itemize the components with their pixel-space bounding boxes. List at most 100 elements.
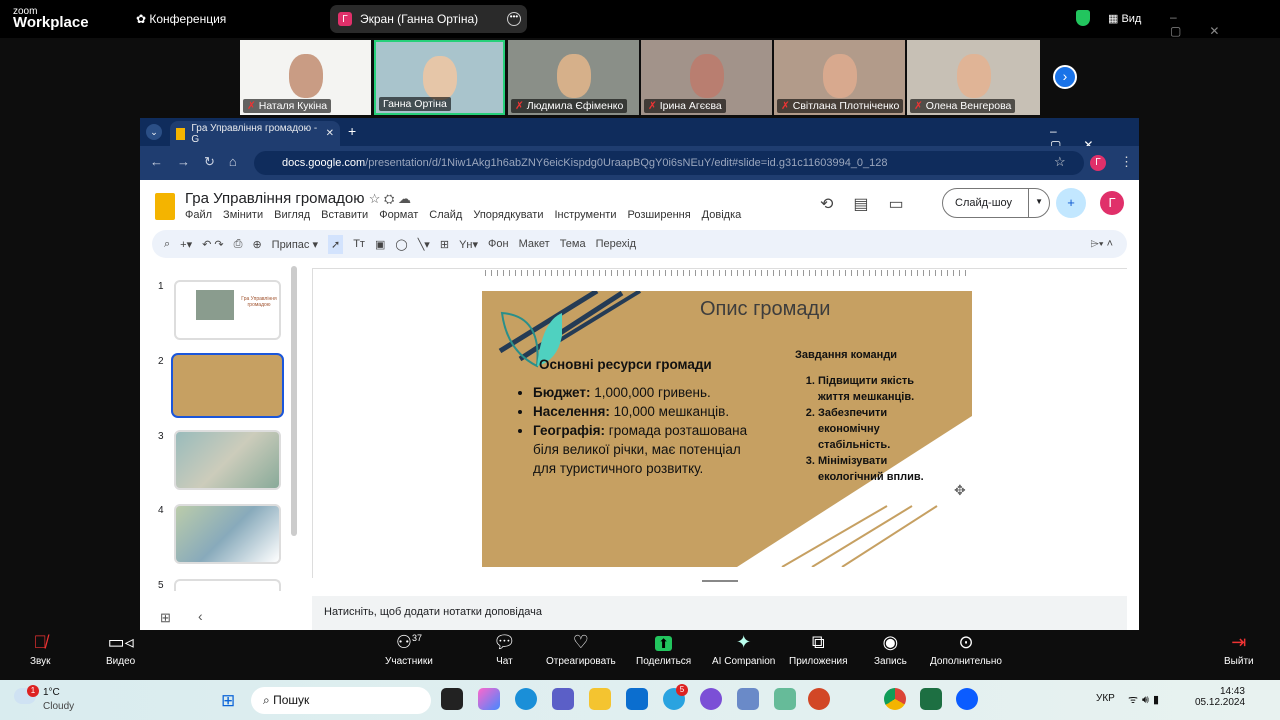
share-screen-button[interactable]: ⬆ Поделиться: [636, 632, 691, 667]
taskbar-app-icon[interactable]: [737, 688, 759, 710]
slide-thumbnail[interactable]: Гра Управління громадою: [174, 280, 281, 340]
language-indicator[interactable]: УКР: [1096, 693, 1115, 704]
close-tab-icon[interactable]: ✕: [326, 128, 334, 139]
next-page-arrow-icon[interactable]: ›: [1053, 65, 1077, 89]
menu-insert[interactable]: Вставити: [321, 209, 368, 221]
filmstrip-scrollbar[interactable]: [291, 266, 297, 536]
doc-title[interactable]: Гра Управління громадою ☆ ⛭ ☁: [185, 190, 411, 207]
chat-button[interactable]: 💬︎ Чат: [493, 632, 516, 667]
print-icon[interactable]: ⎙: [234, 238, 243, 251]
heart-icon: ♡: [572, 632, 589, 652]
leave-button[interactable]: ⇥ Выйти: [1224, 632, 1254, 667]
participant-tile-active[interactable]: Ганна Ортіна: [374, 40, 505, 115]
slide-thumbnail[interactable]: [174, 430, 281, 490]
image-icon[interactable]: ▣: [375, 238, 385, 251]
slide-thumbnail[interactable]: [174, 504, 281, 564]
view-button[interactable]: ▦ Вид: [1108, 12, 1141, 25]
screen-share-pill[interactable]: Г Экран (Ганна Ортіна) •••: [330, 5, 527, 33]
browser-menu-icon[interactable]: ⋮: [1120, 154, 1133, 170]
taskbar-app-icon[interactable]: [441, 688, 463, 710]
outlook-icon[interactable]: [626, 688, 648, 710]
powerpoint-icon[interactable]: [808, 688, 830, 710]
excel-icon[interactable]: [920, 688, 942, 710]
transition-button[interactable]: Перехід: [596, 238, 636, 250]
more-icon[interactable]: •••: [507, 12, 521, 26]
bookmark-star-icon[interactable]: ☆: [1054, 154, 1066, 170]
chatgpt-icon[interactable]: [774, 688, 796, 710]
account-avatar[interactable]: Г: [1100, 191, 1124, 215]
participant-tile[interactable]: ✗ Людмила Єфіменко: [508, 40, 639, 115]
tab-search-icon[interactable]: ⌄: [146, 124, 162, 140]
participant-tile[interactable]: ✗ Ірина Агєєва: [641, 40, 772, 115]
pen-collapse-icon[interactable]: ⌲▾ ˄: [1090, 238, 1113, 251]
url-field[interactable]: docs.google.com/presentation/d/1Niw1Akg1…: [254, 151, 1084, 175]
system-tray-icons[interactable]: ᯤ🔊︎▮: [1128, 692, 1163, 707]
file-explorer-icon[interactable]: [589, 688, 611, 710]
mic-muted-icon: 🎙̸: [33, 632, 48, 652]
browser-tab[interactable]: Гра Управління громадою - G ✕: [170, 121, 340, 146]
ai-companion-button[interactable]: ✦ AI Companion: [712, 632, 775, 667]
menu-tools[interactable]: Інструменти: [554, 209, 616, 221]
tab-bar: ⌄ Гра Управління громадою - G ✕ + –▢✕: [140, 118, 1139, 152]
taskbar-search[interactable]: ⌕ Пошук: [251, 687, 431, 714]
copilot-icon[interactable]: [478, 688, 500, 710]
clock[interactable]: 14:43 05.12.2024: [1195, 686, 1245, 708]
participants-button[interactable]: ⚇37 Участники: [385, 632, 433, 667]
zoom-select[interactable]: Припас ▾: [272, 238, 318, 251]
menu-slide[interactable]: Слайд: [429, 209, 462, 221]
teams-icon[interactable]: [552, 688, 574, 710]
share-button[interactable]: +: [1056, 188, 1086, 218]
line-icon[interactable]: ╲▾: [418, 238, 430, 251]
slideshow-button[interactable]: Слайд-шоу ▼: [942, 188, 1050, 218]
shape-icon[interactable]: ◯: [395, 238, 407, 251]
camera-icon: ▭◃: [107, 632, 134, 652]
nav-buttons[interactable]: ←→↻⌂: [150, 154, 251, 170]
record-button[interactable]: ◉ Запись: [874, 632, 907, 667]
profile-avatar[interactable]: Г: [1090, 155, 1106, 171]
new-slide-icon[interactable]: +▾: [180, 238, 192, 251]
theme-button[interactable]: Тема: [560, 238, 586, 250]
chrome-icon[interactable]: [884, 688, 906, 710]
list-item: Забезпечити економічну стабільність.: [818, 405, 928, 453]
audio-button[interactable]: 🎙̸ Звук: [30, 632, 51, 667]
edge-icon[interactable]: [515, 688, 537, 710]
windows-start-icon[interactable]: ⊞: [221, 691, 235, 711]
video-button[interactable]: ▭◃ Видео: [106, 632, 135, 667]
meeting-info-button[interactable]: ✿ Конференция: [136, 12, 226, 26]
menu-arrange[interactable]: Упорядкувати: [473, 209, 543, 221]
search-icon[interactable]: ⌕: [164, 238, 170, 251]
text-format-icon[interactable]: Yн▾: [459, 238, 478, 251]
current-slide[interactable]: Опис громади Основні ресурси громади Бюд…: [482, 291, 972, 567]
participant-tile[interactable]: ✗ Наталя Кукіна: [240, 40, 371, 115]
notes-resize-handle[interactable]: [702, 580, 738, 582]
zoom-app-icon[interactable]: [956, 688, 978, 710]
new-tab-icon[interactable]: +: [348, 123, 356, 139]
participant-tile[interactable]: ✗ Світлана Плотніченко: [774, 40, 905, 115]
collapse-panel-icon[interactable]: ‹: [198, 608, 203, 624]
grid-view-icon[interactable]: ⊞: [160, 610, 171, 626]
select-tool-icon[interactable]: ➚: [327, 234, 344, 254]
menu-format[interactable]: Формат: [379, 209, 418, 221]
history-comments-meet-icons[interactable]: ⟲▤▭: [820, 194, 924, 214]
speaker-notes-field[interactable]: Натисніть, щоб додати нотатки доповідача: [312, 596, 1127, 630]
undo-redo-icon[interactable]: ↶ ↷: [202, 238, 224, 251]
layout-button[interactable]: Макет: [519, 238, 550, 250]
window-controls[interactable]: –▢✕: [1170, 10, 1280, 38]
slide-thumbnail[interactable]: [174, 579, 281, 591]
menu-extensions[interactable]: Розширення: [627, 209, 690, 221]
menu-file[interactable]: Файл: [185, 209, 212, 221]
slide-thumbnail-selected[interactable]: [171, 353, 284, 418]
menu-view[interactable]: Вигляд: [274, 209, 310, 221]
react-button[interactable]: ♡ Отреагировать: [546, 632, 616, 667]
background-button[interactable]: Фон: [488, 238, 509, 250]
comment-icon[interactable]: ⊞: [440, 238, 449, 251]
menu-help[interactable]: Довідка: [702, 209, 742, 221]
security-shield-icon[interactable]: [1076, 10, 1090, 26]
viber-icon[interactable]: [700, 688, 722, 710]
participant-tile[interactable]: ✗ Олена Венгерова: [907, 40, 1040, 115]
apps-button[interactable]: ⧉ Приложения: [789, 632, 848, 667]
zoom-icon[interactable]: ⊕: [252, 238, 261, 251]
more-button[interactable]: ⊙ Дополнительно: [930, 632, 1002, 667]
text-box-icon[interactable]: Tт: [353, 238, 365, 250]
menu-edit[interactable]: Змінити: [223, 209, 263, 221]
